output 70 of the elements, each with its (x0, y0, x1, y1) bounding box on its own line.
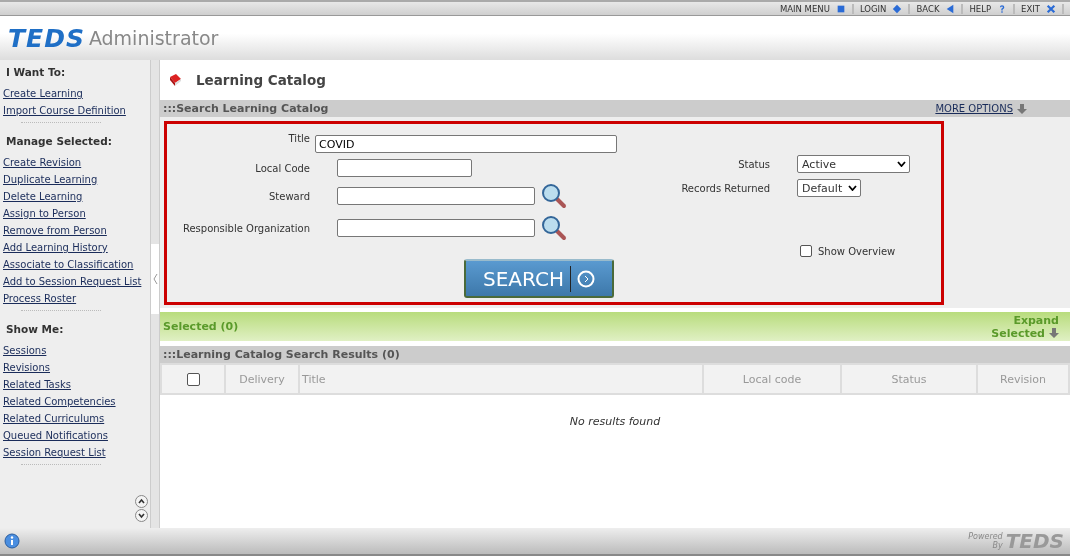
sidebar-link[interactable]: Add to Session Request List (3, 276, 142, 287)
sidebar-link[interactable]: Sessions (3, 345, 47, 356)
field-label: Responsible Organization (181, 222, 310, 234)
checkbox[interactable] (800, 245, 812, 257)
info-icon[interactable] (4, 533, 20, 549)
menu-link[interactable]: MAIN MENU (773, 3, 854, 14)
sidebar-heading: I Want To: (6, 66, 66, 78)
sidebar-link[interactable]: Create Learning (3, 88, 83, 99)
sidebar-link[interactable]: Delete Learning (3, 191, 83, 202)
sidebar-link[interactable]: Remove from Person (3, 225, 107, 236)
select-all-checkbox[interactable] (186, 372, 200, 386)
field-label: Title (287, 133, 310, 144)
sidebar-link[interactable]: Related Tasks (3, 379, 71, 390)
chevron-left-icon (152, 273, 158, 285)
menu-link[interactable]: HELP (963, 3, 1016, 14)
field-label: Steward (268, 190, 310, 202)
sidebar-link[interactable]: Session Request List (3, 447, 106, 458)
checkbox-label: Show Overview (818, 245, 896, 257)
field-label: Local Code (254, 162, 310, 174)
sidebar-link[interactable]: Add Learning History (3, 242, 108, 253)
sidebar-link[interactable]: Related Competencies (3, 396, 116, 407)
search-icon[interactable] (541, 215, 567, 241)
powered-by-text: By (992, 541, 1003, 550)
powered-by-text: Powered (968, 532, 1003, 541)
text-field[interactable] (337, 159, 472, 177)
text-field[interactable] (337, 219, 535, 237)
sidebar-link[interactable]: Process Roster (3, 293, 77, 304)
sidebar-link[interactable]: Related Curriculums (3, 413, 105, 424)
more-options-link[interactable]: MORE OPTIONS (935, 103, 1027, 114)
search-icon[interactable] (541, 183, 567, 209)
menu-link-icon (945, 3, 956, 14)
field-label: Status (737, 158, 770, 170)
sidebar-link[interactable]: Duplicate Learning (3, 174, 98, 185)
scroll-up-icon[interactable] (135, 495, 148, 508)
page-title: Learning Catalog (196, 72, 326, 88)
arrow-down-icon (1049, 328, 1059, 338)
arrow-circle-icon (576, 269, 595, 288)
sidebar-heading: Manage Selected: (6, 135, 112, 147)
logo: TEDS (8, 23, 85, 53)
menu-link[interactable]: BACK (910, 3, 964, 14)
empty-message: No results found (569, 415, 661, 428)
dropdown[interactable]: Active (797, 155, 910, 173)
section-title: :::Learning Catalog Search Results (0) (163, 348, 400, 361)
dropdown[interactable]: Default (797, 179, 861, 197)
sidebar-link[interactable]: Create Revision (3, 157, 82, 168)
selected-count: Selected (0) (163, 320, 239, 333)
footer-logo: TEDS (1005, 529, 1064, 553)
scroll-down-icon[interactable] (135, 509, 148, 522)
sidebar-link[interactable]: Import Course Definition (3, 105, 126, 116)
app-name: Administrator (88, 27, 219, 49)
chevron-down-icon (848, 185, 857, 191)
field-label: Records Returned (680, 182, 770, 194)
menu-link-icon (892, 3, 903, 14)
menu-link-icon (835, 3, 846, 14)
title-field[interactable]: COVID (315, 135, 617, 153)
sidebar-link[interactable]: Associate to Classification (3, 259, 134, 270)
menu-link-icon (1046, 3, 1056, 14)
sidebar-link[interactable]: Queued Notifications (3, 430, 108, 441)
collapse-handle[interactable] (151, 244, 159, 314)
menu-link[interactable]: LOGIN (853, 3, 911, 14)
chevron-down-icon (897, 161, 906, 167)
section-title: :::Search Learning Catalog (163, 102, 329, 115)
sidebar-link[interactable]: Assign to Person (3, 208, 86, 219)
arrow-down-icon (1017, 103, 1027, 114)
sidebar-link[interactable]: Revisions (3, 362, 50, 373)
book-icon (168, 73, 182, 87)
text-field[interactable] (337, 187, 535, 205)
menu-link[interactable]: EXIT (1015, 3, 1064, 14)
sidebar-heading: Show Me: (6, 323, 64, 335)
search-button[interactable]: SEARCH (464, 259, 614, 298)
